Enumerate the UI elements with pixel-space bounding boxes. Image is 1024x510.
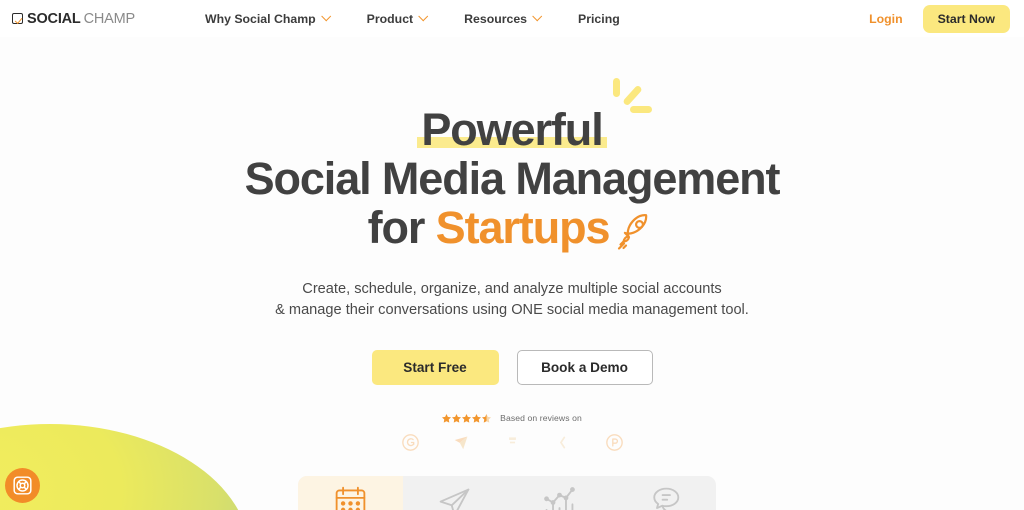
paper-plane-icon — [439, 488, 470, 510]
nav-label: Product — [366, 11, 414, 26]
logo-text-bold: SOCIAL — [27, 10, 81, 27]
star-rating — [442, 413, 492, 423]
nav-item-why-social-champ[interactable]: Why Social Champ — [186, 11, 348, 26]
chat-bubbles-icon — [653, 487, 680, 510]
book-a-demo-button[interactable]: Book a Demo — [516, 350, 653, 385]
nav-label: Why Social Champ — [204, 11, 316, 26]
chevron-down-icon — [320, 11, 331, 22]
headline-word-powerful: Powerful — [421, 104, 603, 155]
lifebuoy-icon — [13, 476, 32, 495]
star-icon — [452, 413, 462, 423]
review-platform-logos — [0, 434, 1024, 451]
rocket-icon — [618, 214, 648, 250]
landing-page: SOCIAL CHAMP Why Social Champ Product Re… — [0, 0, 1024, 510]
nav-item-resources[interactable]: Resources — [445, 11, 559, 26]
feature-tab-analytics[interactable] — [507, 476, 612, 510]
chevron-down-icon — [532, 11, 543, 22]
cta-row: Start Free Book a Demo — [0, 350, 1024, 385]
softwareadvice-logo[interactable] — [555, 434, 572, 451]
bar-chart-icon — [543, 486, 575, 510]
logo[interactable]: SOCIAL CHAMP — [12, 11, 135, 27]
headline-powerful-wrap: Powerful — [417, 78, 652, 155]
hero-subtitle-line-2: & manage their conversations using ONE s… — [275, 302, 749, 318]
star-icon — [462, 413, 472, 423]
headline-prefix-for: for — [367, 202, 436, 253]
calendar-icon — [335, 486, 366, 510]
producthunt-logo[interactable] — [605, 434, 623, 451]
hero-subtitle: Create, schedule, organize, and analyze … — [0, 279, 1024, 321]
headline-line-1: Powerful — [0, 78, 1024, 155]
feature-tab-engagement[interactable] — [612, 476, 717, 510]
main-nav: Why Social Champ Product Resources Prici… — [186, 11, 639, 26]
feature-tab-bar — [298, 476, 716, 510]
nav-label: Pricing — [578, 11, 620, 26]
chevron-down-icon — [418, 11, 429, 22]
headline-line-2: Social Media Management — [244, 153, 781, 204]
star-icon — [442, 413, 452, 423]
headline-line-3: for Startups — [0, 203, 1024, 253]
nav-label: Resources — [464, 11, 528, 26]
reviews-label: Based on reviews on — [500, 413, 582, 423]
star-icon — [472, 413, 482, 423]
star-half-icon — [482, 413, 492, 423]
headline-word-startups: Startups — [435, 202, 611, 253]
nav-item-pricing[interactable]: Pricing — [559, 12, 639, 26]
logo-text-light: CHAMP — [83, 10, 136, 27]
hero-subtitle-line-1: Create, schedule, organize, and analyze … — [302, 281, 722, 297]
header-actions: Login Start Now — [869, 4, 1010, 33]
hero-section: Powerful Social Media Management for Sta… — [0, 37, 1024, 451]
reviews-rating: Based on reviews on — [0, 413, 1024, 423]
start-free-button[interactable]: Start Free — [371, 350, 499, 385]
start-now-button[interactable]: Start Now — [922, 4, 1010, 33]
g2-logo[interactable] — [401, 434, 419, 451]
capterra-logo[interactable] — [453, 434, 470, 451]
feature-tab-publish[interactable] — [403, 476, 508, 510]
nav-item-product[interactable]: Product — [348, 11, 445, 26]
checkbox-check-icon — [12, 13, 23, 24]
site-header: SOCIAL CHAMP Why Social Champ Product Re… — [0, 0, 1024, 37]
getapp-logo[interactable] — [504, 434, 521, 451]
feature-tab-calendar[interactable] — [298, 476, 403, 510]
sparkle-burst-icon — [612, 78, 652, 113]
support-widget-button[interactable] — [5, 468, 40, 503]
login-link[interactable]: Login — [869, 12, 902, 26]
page-title: Powerful Social Media Management for Sta… — [0, 78, 1024, 253]
